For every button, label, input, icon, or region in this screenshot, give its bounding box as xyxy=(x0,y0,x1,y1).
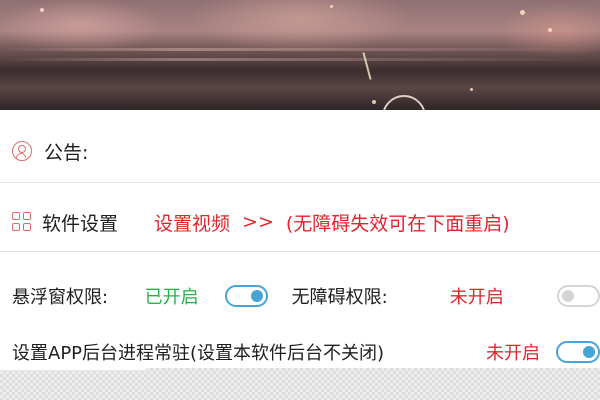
banner-sparkle xyxy=(372,100,376,104)
toggle-knob xyxy=(250,290,263,302)
setup-video-arrow[interactable]: >> xyxy=(242,211,274,233)
background-resident-toggle[interactable] xyxy=(556,341,600,363)
divider xyxy=(0,251,600,252)
notice-row: 公告: xyxy=(0,122,600,180)
divider xyxy=(0,182,600,183)
overlay-permission-status: 已开启 xyxy=(144,287,199,308)
person-circle-icon xyxy=(12,141,32,161)
accessibility-permission-label: 无障碍权限: xyxy=(291,287,388,308)
notice-label: 公告: xyxy=(44,141,89,164)
grid-icon xyxy=(12,212,32,232)
banner-sparkle xyxy=(470,88,473,91)
banner-haze xyxy=(0,58,600,61)
permissions-row: 悬浮窗权限: 已开启 无障碍权限: 未开启 xyxy=(0,274,600,318)
banner-sparkle xyxy=(548,28,552,32)
overlay-permission-label: 悬浮窗权限: xyxy=(12,287,109,308)
header-banner-image xyxy=(0,0,600,110)
background-resident-label: 设置APP后台进程常驻(设置本软件后台不关闭) xyxy=(12,343,385,364)
banner-sprig xyxy=(362,52,372,80)
accessibility-permission-toggle[interactable] xyxy=(556,285,600,307)
banner-sparkle xyxy=(330,5,333,8)
background-resident-status: 未开启 xyxy=(486,343,540,364)
toggle-knob xyxy=(583,346,595,358)
banner-ring xyxy=(382,95,426,110)
banner-sparkle xyxy=(520,10,525,15)
transparency-strip xyxy=(0,368,600,400)
settings-label: 软件设置 xyxy=(42,212,119,235)
banner-sparkle xyxy=(40,8,44,12)
toggle-knob xyxy=(561,290,574,302)
accessibility-permission-status: 未开启 xyxy=(449,287,504,308)
settings-row: 软件设置 设置视频 >> (无障碍失效可在下面重启) xyxy=(0,192,600,252)
accessibility-restart-hint: (无障碍失效可在下面重启) xyxy=(285,212,510,235)
app-screen: 公告: 软件设置 设置视频 >> (无障碍失效可在下面重启) 悬浮窗权限: 已开… xyxy=(0,0,600,400)
strip-cover xyxy=(0,364,146,370)
overlay-permission-toggle[interactable] xyxy=(224,285,268,307)
setup-video-link[interactable]: 设置视频 xyxy=(154,209,230,236)
banner-haze xyxy=(0,48,600,51)
